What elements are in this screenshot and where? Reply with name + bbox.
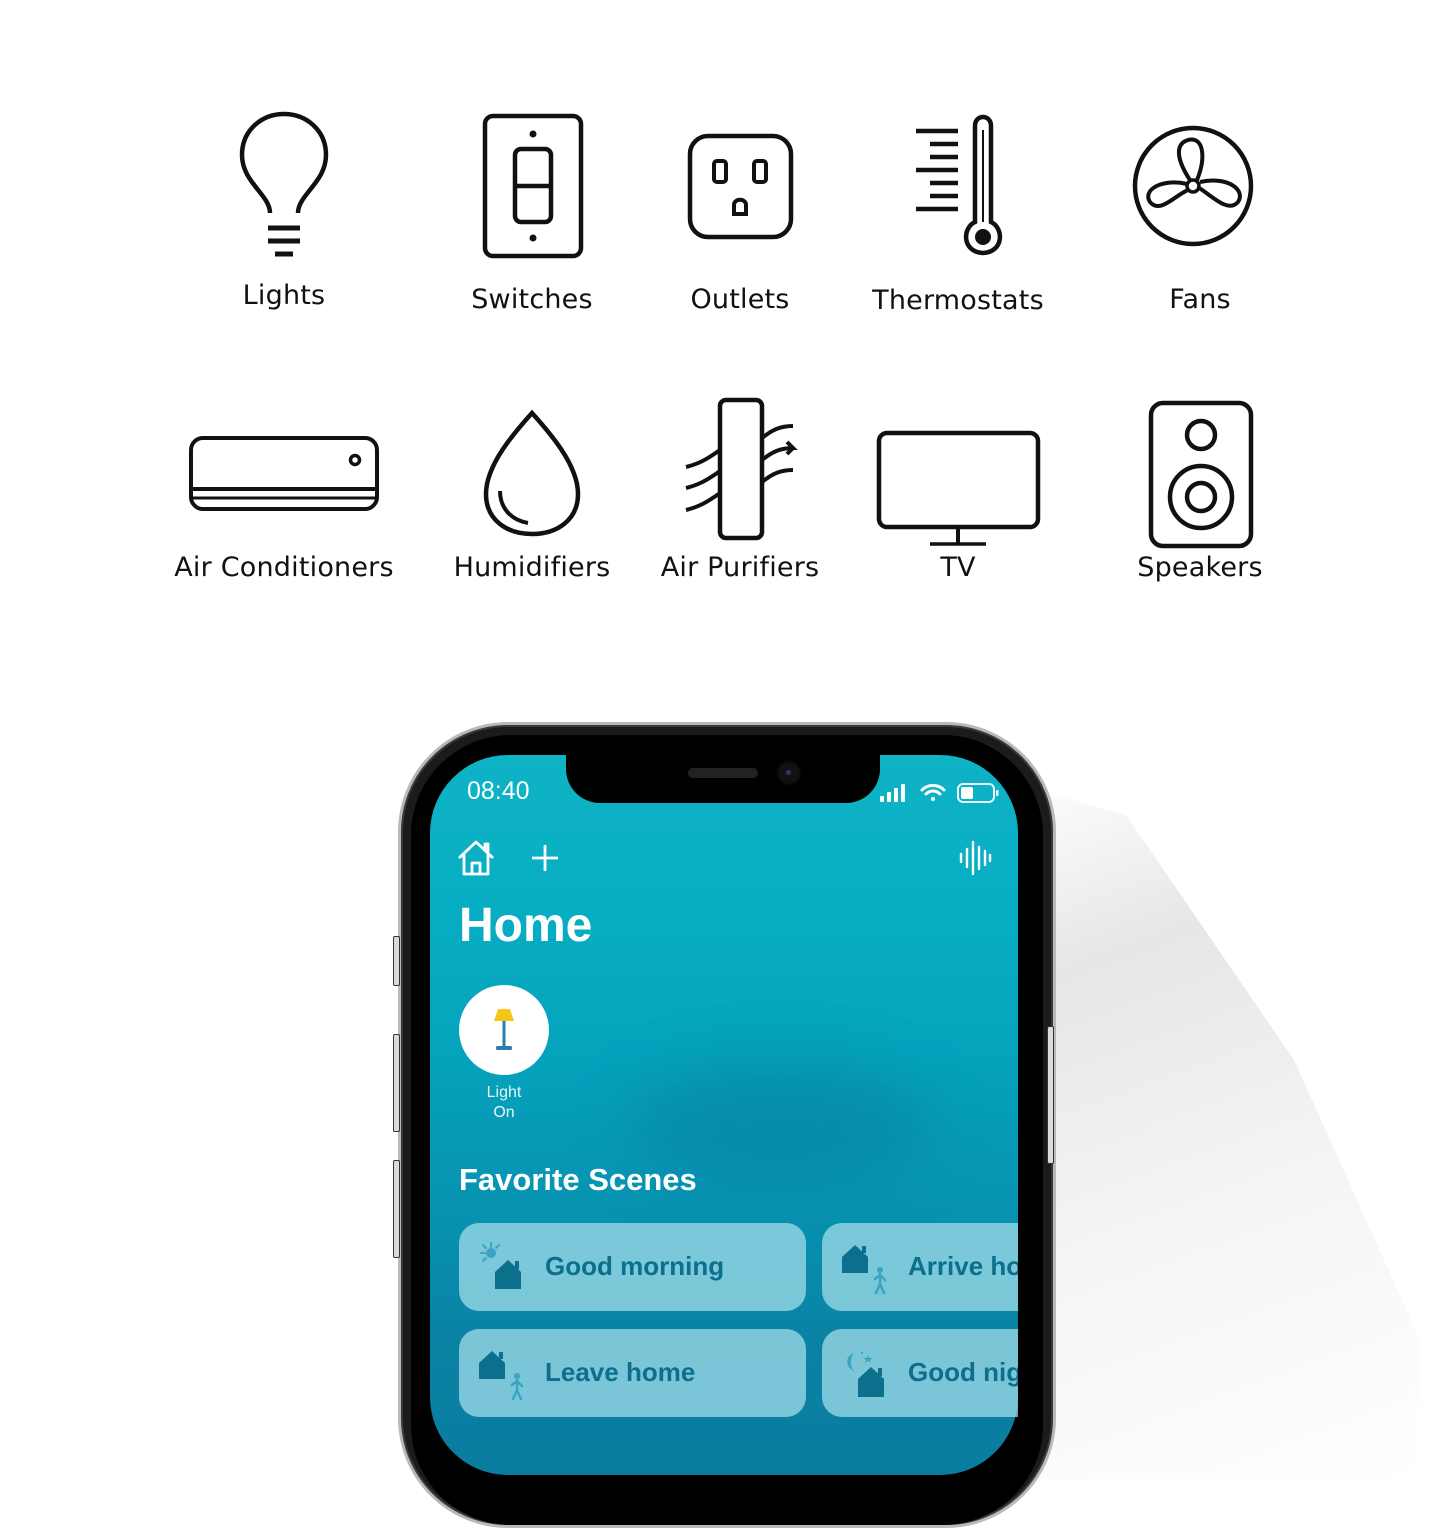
home-icon [458, 840, 494, 876]
category-label: Air Conditioners [174, 552, 394, 583]
phone-shadow [1000, 780, 1420, 1480]
accessory-tile-light[interactable] [459, 985, 549, 1075]
category-label: Humidifiers [453, 552, 611, 583]
scene-tile-good-night[interactable]: Good night [822, 1329, 1018, 1417]
category-switches: Switches [432, 110, 632, 325]
power-outlet-icon [687, 133, 794, 240]
page-title: Home [459, 899, 593, 952]
category-label: TV [940, 552, 976, 583]
category-humidifiers: Humidifiers [432, 390, 632, 590]
category-speakers: Speakers [1100, 390, 1300, 590]
category-thermostats: Thermostats [858, 110, 1058, 325]
category-air-conditioners: Air Conditioners [164, 390, 404, 590]
voice-waveform-icon [959, 840, 992, 876]
category-air-purifiers: Air Purifiers [640, 390, 840, 590]
scene-label: Arrive home [908, 1251, 1018, 1281]
accessory-label: Light On [459, 1083, 549, 1123]
battery-icon [957, 783, 999, 803]
scene-tile-good-morning[interactable]: Good morning [459, 1223, 806, 1311]
category-label: Outlets [690, 284, 790, 315]
cellular-signal-icon [880, 784, 905, 802]
phone-volume-up-button [393, 1034, 400, 1132]
tv-icon [876, 430, 1041, 546]
category-label: Speakers [1137, 552, 1263, 583]
voice-button[interactable] [958, 840, 992, 880]
fan-icon [1132, 125, 1254, 247]
home-button[interactable] [455, 838, 497, 882]
air-conditioner-icon [189, 436, 379, 511]
scene-tile-leave-home[interactable]: Leave home [459, 1329, 806, 1417]
accessory-name: Light [486, 1084, 522, 1101]
front-camera [778, 762, 800, 784]
category-label: Switches [471, 284, 593, 315]
category-label: Thermostats [872, 285, 1044, 316]
scene-tile-arrive-home[interactable]: Arrive home [822, 1223, 1018, 1311]
wifi-icon [920, 784, 946, 801]
wall-switch-icon [482, 113, 584, 259]
category-tv: TV [858, 390, 1058, 590]
accessory-state: On [493, 1104, 515, 1121]
category-outlets: Outlets [640, 110, 840, 325]
speaker-icon [1148, 400, 1254, 549]
category-label: Fans [1169, 284, 1231, 315]
category-lights: Lights [184, 110, 384, 320]
status-icons [878, 781, 1003, 811]
moon-house-icon [847, 1351, 884, 1397]
scene-label: Leave home [545, 1357, 696, 1387]
scene-label: Good morning [545, 1251, 725, 1281]
floor-lamp-icon [494, 1009, 514, 1050]
sun-house-icon [480, 1242, 521, 1289]
section-title-favorite-scenes: Favorite Scenes [459, 1162, 697, 1197]
earpiece-speaker [688, 768, 758, 778]
light-bulb-icon [239, 111, 329, 257]
phone-power-button [1047, 1026, 1054, 1164]
add-icon [532, 845, 558, 871]
status-time: 08:40 [467, 777, 530, 805]
category-label: Air Purifiers [660, 552, 820, 583]
add-button[interactable] [530, 843, 560, 877]
category-label: Lights [242, 280, 326, 311]
phone-volume-down-button [393, 1160, 400, 1258]
house-person-icon [842, 1245, 887, 1295]
water-drop-icon [483, 409, 581, 537]
air-purifier-icon [685, 397, 798, 541]
thermometer-icon [916, 114, 1002, 256]
house-person-icon [479, 1351, 524, 1401]
category-fans: Fans [1100, 110, 1300, 325]
scene-label: Good night [908, 1357, 1018, 1387]
phone-silent-switch [393, 936, 400, 986]
